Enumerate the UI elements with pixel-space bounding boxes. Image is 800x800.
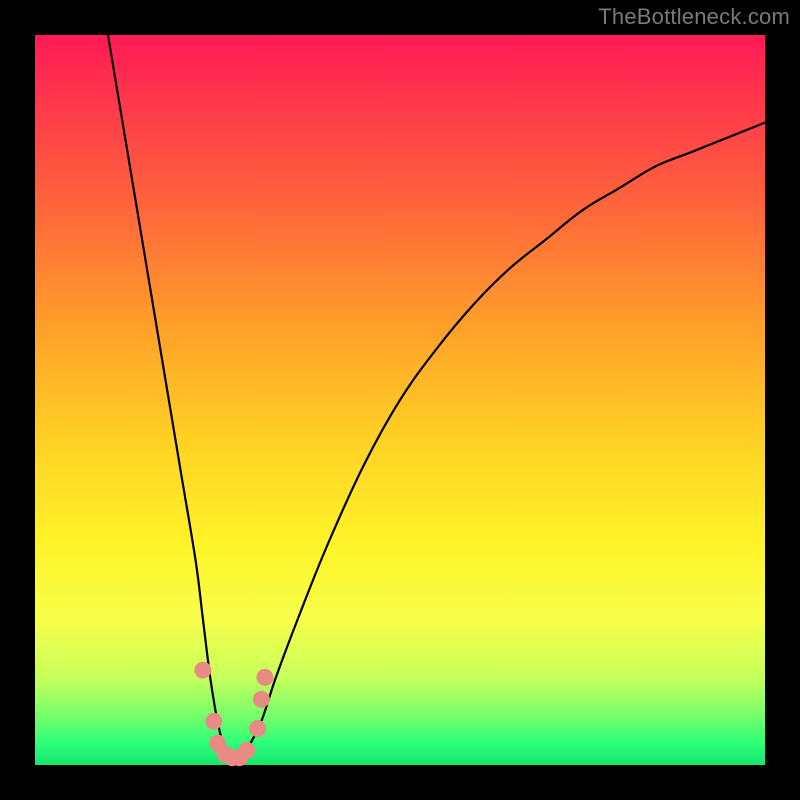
- watermark-text: TheBottleneck.com: [598, 4, 790, 30]
- curve-marker: [256, 669, 273, 686]
- chart-frame: TheBottleneck.com: [0, 0, 800, 800]
- curve-layer: [35, 35, 765, 765]
- curve-marker: [205, 713, 222, 730]
- plot-area: [35, 35, 765, 765]
- curve-marker: [238, 742, 255, 759]
- curve-marker: [253, 691, 270, 708]
- curve-marker: [249, 720, 266, 737]
- curve-marker: [194, 662, 211, 679]
- bottleneck-curve: [108, 35, 765, 767]
- markers-group: [194, 662, 273, 767]
